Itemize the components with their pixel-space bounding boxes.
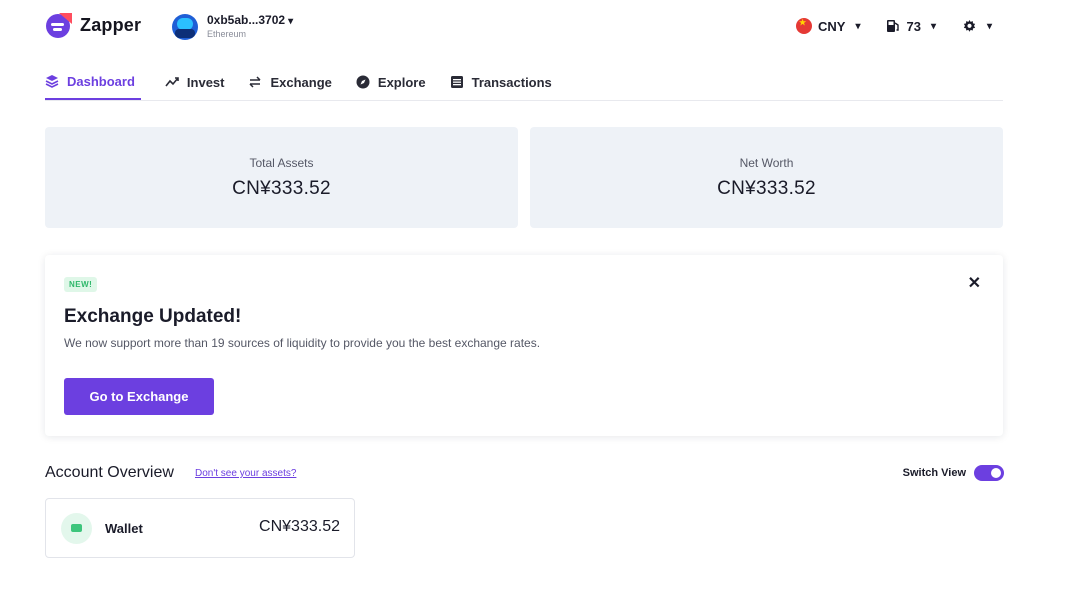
chevron-down-icon: ▾ [288, 16, 294, 27]
tab-transactions[interactable]: Transactions [450, 64, 552, 100]
wallet-label: Wallet [105, 521, 143, 536]
missing-assets-link[interactable]: Don't see your assets? [195, 468, 296, 479]
list-icon [450, 76, 463, 88]
tab-dashboard[interactable]: Dashboard [45, 64, 141, 100]
account-network: Ethereum [207, 29, 247, 39]
wallet-card[interactable]: Wallet CN¥333.52 [45, 498, 355, 558]
zapper-logo[interactable]: Zapper [45, 11, 141, 39]
banner-title: Exchange Updated! [64, 306, 242, 327]
currency-selector[interactable]: CNY ▾ [795, 18, 861, 34]
net-worth-card: Net Worth CN¥333.52 [530, 127, 1003, 228]
tab-label: Explore [377, 74, 426, 90]
gas-price-value: 73 [906, 18, 921, 34]
tab-label: Invest [186, 74, 225, 90]
wallet-value: CN¥333.52 [259, 518, 340, 535]
zapper-logo-icon [46, 13, 72, 38]
net-worth-value: CN¥333.52 [717, 178, 816, 199]
net-worth-label: Net Worth [739, 156, 794, 170]
close-icon[interactable]: ✕ [968, 273, 981, 293]
switch-view-control: Switch View [903, 465, 1004, 481]
gas-pump-icon [887, 20, 900, 32]
tab-exchange[interactable]: Exchange [248, 64, 332, 100]
wallet-icon [61, 513, 92, 544]
gear-icon [963, 19, 976, 32]
avatar [172, 13, 198, 40]
layers-icon [45, 75, 59, 88]
header-controls: CNY ▾ 73 ▾ ▾ [795, 18, 992, 34]
compass-icon [356, 75, 370, 89]
switch-view-label: Switch View [902, 467, 966, 479]
app-name: Zapper [80, 14, 142, 35]
china-flag-icon [795, 18, 812, 34]
top-header: Zapper 0xb5ab...3702▾ Ethereum CNY ▾ 73 … [0, 0, 1080, 56]
tab-invest[interactable]: Invest [165, 64, 225, 100]
exchange-announcement-banner: NEW! Exchange Updated! We now support mo… [45, 255, 1003, 436]
total-assets-label: Total Assets [249, 156, 314, 170]
chevron-down-icon: ▾ [986, 20, 992, 32]
tab-label: Dashboard [67, 73, 135, 89]
total-assets-value: CN¥333.52 [232, 178, 331, 199]
tab-label: Transactions [471, 74, 552, 90]
account-overview-title: Account Overview [45, 464, 174, 481]
chevron-down-icon: ▾ [930, 20, 936, 32]
go-to-exchange-button[interactable]: Go to Exchange [64, 378, 214, 415]
account-address: 0xb5ab...3702 ▾ [207, 13, 294, 27]
trend-up-icon [165, 77, 179, 87]
banner-text: We now support more than 19 sources of l… [64, 336, 541, 350]
main-nav: Dashboard Invest Exchange Explore Transa… [45, 64, 1003, 101]
switch-view-toggle[interactable] [974, 465, 1004, 481]
arrows-swap-icon [249, 76, 262, 88]
account-selector[interactable]: 0xb5ab...3702 ▾ Ethereum [172, 13, 293, 40]
currency-label: CNY [817, 18, 846, 34]
tab-label: Exchange [270, 74, 332, 90]
tab-explore[interactable]: Explore [356, 64, 426, 100]
chevron-down-icon: ▾ [855, 20, 861, 32]
gas-price-selector[interactable]: 73 ▾ [886, 19, 936, 34]
settings-menu[interactable]: ▾ [962, 19, 992, 34]
total-assets-card: Total Assets CN¥333.52 [45, 127, 518, 228]
new-badge: NEW! [64, 277, 98, 292]
